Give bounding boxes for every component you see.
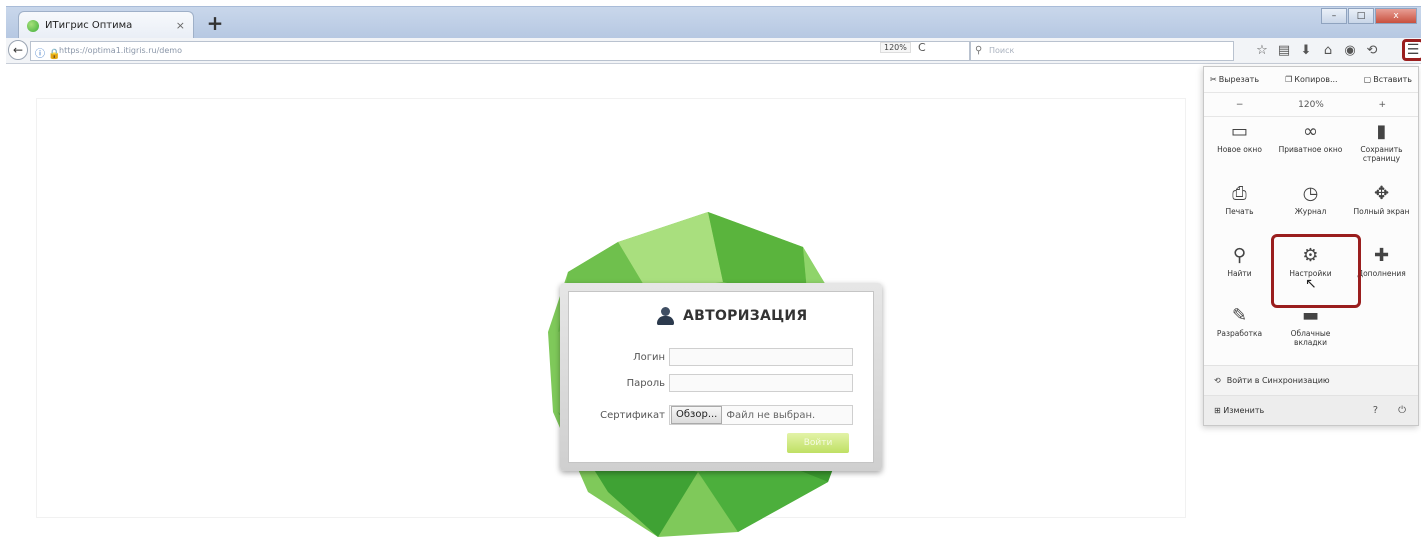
tab-itigris[interactable]: ИТигрис Оптима × xyxy=(18,11,194,39)
paste-label: Вставить xyxy=(1373,75,1412,84)
zoom-indicator[interactable]: 120% xyxy=(880,42,911,53)
menu-item-cloud-tabs[interactable]: ▬ Облачные вкладки xyxy=(1275,303,1346,361)
menu-item-label: Сохранить страницу xyxy=(1360,145,1403,163)
menu-item-print[interactable]: ⎙ Печать xyxy=(1204,181,1275,239)
tab-title: ИТигрис Оптима xyxy=(45,20,133,31)
menu-item-label: Разработка xyxy=(1216,329,1263,338)
reader-icon[interactable]: ▤ xyxy=(1273,41,1295,61)
tab-close-icon[interactable]: × xyxy=(176,19,185,32)
toolbar-icons: ☆ ▤ ⬇ ⌂ ◉ ⟲ xyxy=(1251,41,1383,61)
menu-item-label: Приватное окно xyxy=(1278,145,1343,154)
copy-icon: ❐ xyxy=(1285,75,1293,84)
window-icon: ▭ xyxy=(1230,121,1248,142)
certificate-file-input[interactable]: Обзор... Файл не выбран. xyxy=(669,405,853,425)
auth-dialog: АВТОРИЗАЦИЯ Логин Пароль Сертификат Обзо… xyxy=(560,283,882,471)
plus-box-icon: ⊞ xyxy=(1214,406,1224,415)
certificate-row: Сертификат Обзор... Файл не выбран. xyxy=(589,405,853,425)
copy-button[interactable]: ❐ Копиров... xyxy=(1285,75,1338,84)
new-tab-button[interactable]: + xyxy=(203,13,227,35)
sync-icon[interactable]: ⟲ xyxy=(1361,41,1383,61)
browse-button[interactable]: Обзор... xyxy=(671,406,723,424)
browser-window: ИТигрис Оптима × + – □ x ← ⓘ 🔒 https://o… xyxy=(0,0,1421,553)
clipboard-icon: ▢ xyxy=(1363,75,1372,84)
customize-label: Изменить xyxy=(1223,406,1265,415)
menu-item-label: Печать xyxy=(1225,207,1254,216)
menu-item-label: Облачные вкладки xyxy=(1290,329,1331,347)
scissors-icon: ✂ xyxy=(1210,75,1217,84)
menu-item-label: Найти xyxy=(1227,269,1252,278)
copy-label: Копиров... xyxy=(1294,75,1338,84)
menu-item-find[interactable]: ⚲ Найти xyxy=(1204,243,1275,301)
nav-bar: ← ⓘ 🔒 https://optima1.itigris.ru/demo 12… xyxy=(6,38,1421,64)
favicon-icon xyxy=(27,19,39,32)
sync-label: Войти в Синхронизацию xyxy=(1226,376,1330,385)
login-button[interactable]: Войти xyxy=(787,433,849,453)
download-icon[interactable]: ⬇ xyxy=(1295,41,1317,61)
login-input[interactable] xyxy=(669,348,853,366)
auth-title: АВТОРИЗАЦИЯ xyxy=(683,308,808,324)
mask-icon: ∞ xyxy=(1303,121,1318,142)
cut-button[interactable]: ✂ Вырезать xyxy=(1210,75,1259,84)
zoom-out-button[interactable]: − xyxy=(1204,100,1275,110)
password-label: Пароль xyxy=(626,377,665,389)
search-placeholder: Поиск xyxy=(989,46,1015,55)
window-controls: – □ x xyxy=(1321,8,1417,24)
search-icon: ⚲ xyxy=(1232,245,1247,266)
search-icon: ⚲ xyxy=(975,45,983,56)
auth-header: АВТОРИЗАЦИЯ xyxy=(655,306,808,326)
file-status: Файл не выбран. xyxy=(726,409,816,421)
page-icon: ▮ xyxy=(1376,121,1387,142)
auth-panel: АВТОРИЗАЦИЯ Логин Пароль Сертификат Обзо… xyxy=(568,291,874,463)
edit-controls: ✂ Вырезать ❐ Копиров... ▢ Вставить xyxy=(1204,67,1418,93)
menu-item-developer[interactable]: ✎ Разработка xyxy=(1204,303,1275,361)
password-row: Пароль xyxy=(615,374,853,392)
customize-bar: ⊞ Изменить ? ⏻ xyxy=(1204,395,1418,425)
close-button[interactable]: x xyxy=(1375,8,1417,24)
menu-item-label: Новое окно xyxy=(1217,145,1262,154)
menu-item-fullscreen[interactable]: ✥ Полный экран xyxy=(1346,181,1417,239)
menu-item-history[interactable]: ◷ Журнал xyxy=(1275,181,1346,239)
wrench-icon: ✎ xyxy=(1231,305,1248,326)
help-icon[interactable]: ? xyxy=(1373,405,1378,416)
menu-item-label: Журнал xyxy=(1294,207,1327,216)
site-info-icon[interactable]: ⓘ 🔒 xyxy=(35,45,61,60)
back-button[interactable]: ← xyxy=(8,40,28,60)
menu-item-private-window[interactable]: ∞ Приватное окно xyxy=(1275,119,1346,177)
zoom-level[interactable]: 120% xyxy=(1275,100,1346,110)
zoom-in-button[interactable]: + xyxy=(1347,100,1418,110)
printer-icon: ⎙ xyxy=(1232,183,1247,204)
menu-button[interactable]: ☰ xyxy=(1402,39,1421,61)
clock-icon: ◷ xyxy=(1302,183,1319,204)
sync-signin-button[interactable]: ⟲ Войти в Синхронизацию xyxy=(1204,365,1418,395)
zoom-controls: − 120% + xyxy=(1204,93,1418,117)
login-row: Логин xyxy=(615,348,853,366)
power-icon[interactable]: ⏻ xyxy=(1398,405,1406,416)
customize-button[interactable]: ⊞ Изменить xyxy=(1214,406,1264,415)
sync-icon: ⟲ xyxy=(1214,376,1221,385)
password-input[interactable] xyxy=(669,374,853,392)
mouse-cursor-icon: ↖ xyxy=(1305,276,1317,292)
home-icon[interactable]: ⌂ xyxy=(1317,41,1339,61)
menu-item-save-page[interactable]: ▮ Сохранить страницу xyxy=(1346,119,1417,177)
minimize-button[interactable]: – xyxy=(1321,8,1347,24)
star-icon[interactable]: ☆ xyxy=(1251,41,1273,61)
user-icon xyxy=(655,306,675,326)
cut-label: Вырезать xyxy=(1218,75,1260,84)
paste-button[interactable]: ▢ Вставить xyxy=(1364,75,1412,84)
reload-icon[interactable]: C xyxy=(918,41,926,54)
pocket-icon[interactable]: ◉ xyxy=(1339,41,1361,61)
url-bar[interactable]: ⓘ 🔒 https://optima1.itigris.ru/demo xyxy=(30,41,970,61)
title-bar: ИТигрис Оптима × + – □ x xyxy=(6,6,1421,39)
login-label: Логин xyxy=(633,351,665,363)
settings-highlight xyxy=(1271,234,1361,308)
maximize-button[interactable]: □ xyxy=(1348,8,1374,24)
menu-item-label: Полный экран xyxy=(1353,207,1410,216)
certificate-label: Сертификат xyxy=(600,409,665,421)
url-text[interactable]: https://optima1.itigris.ru/demo xyxy=(59,46,182,55)
menu-item-new-window[interactable]: ▭ Новое окно xyxy=(1204,119,1275,177)
fullscreen-icon: ✥ xyxy=(1373,183,1390,204)
search-input[interactable]: ⚲ Поиск xyxy=(970,41,1234,61)
